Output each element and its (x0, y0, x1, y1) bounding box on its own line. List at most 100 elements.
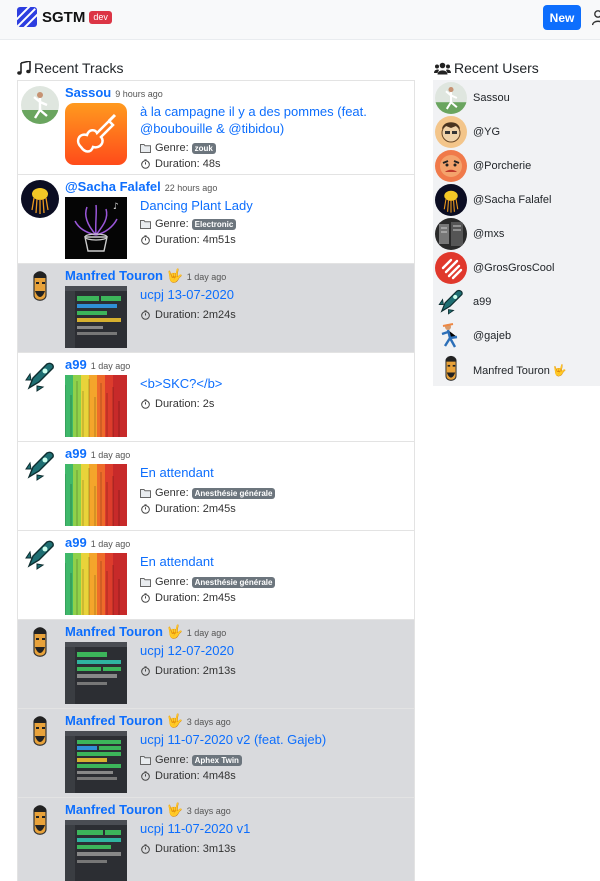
track-card: a99 1 day ago <b>SKC?</b> Duration: 2s (17, 353, 415, 442)
track-cover[interactable] (65, 642, 127, 704)
track-title-link[interactable]: ucpj 13-07-2020 (140, 286, 410, 303)
duration-value: 4m51s (202, 234, 236, 246)
avatar (435, 218, 467, 250)
duration-label: Duration: (155, 503, 200, 515)
track-user-link[interactable]: @Sacha Falafel 22 hours ago (65, 179, 217, 194)
brand-link[interactable]: SGTM dev (17, 7, 112, 27)
avatar (435, 116, 467, 148)
duration-label: Duration: (155, 234, 200, 246)
user-item[interactable]: @YG (433, 115, 600, 149)
svg-text:♪: ♪ (113, 202, 119, 212)
track-duration: Duration: 4m51s (140, 234, 236, 246)
track-cover[interactable] (65, 731, 127, 793)
track-genre: Genre: zouk (140, 142, 216, 154)
avatar[interactable] (21, 180, 59, 218)
user-name: Sassou (473, 92, 510, 104)
user-item[interactable]: a99 (433, 285, 600, 319)
user-item[interactable]: Manfred Touron 🤟 (433, 353, 600, 387)
user-item[interactable]: @Sacha Falafel (433, 183, 600, 217)
duration-value: 3m13s (202, 843, 236, 855)
genre-badge[interactable]: Anesthésie générale (191, 576, 276, 588)
genre-badge[interactable]: Aphex Twin (191, 754, 242, 766)
track-cover[interactable] (65, 464, 127, 526)
track-time: 3 days ago (186, 806, 231, 816)
avatar[interactable] (21, 447, 59, 485)
track-card: Manfred Touron 🤟 3 days ago ucpj 11-07-20… (17, 709, 415, 798)
track-user-link[interactable]: Manfred Touron 🤟 3 days ago (65, 713, 231, 729)
recent-tracks-title: Recent Tracks (34, 60, 124, 76)
track-user-link[interactable]: Sassou 9 hours ago (65, 85, 163, 100)
track-cover[interactable] (65, 286, 127, 348)
user-item[interactable]: @GrosGrosCool (433, 251, 600, 285)
track-duration: Duration: 4m48s (140, 770, 236, 782)
genre-label: Genre: (155, 576, 189, 588)
avatar[interactable] (21, 269, 59, 307)
avatar[interactable] (21, 625, 59, 663)
new-button[interactable]: New (543, 5, 581, 30)
genre-label: Genre: (155, 754, 189, 766)
avatar (435, 320, 467, 352)
recent-users-heading: Recent Users (434, 60, 539, 76)
track-card: Manfred Touron 🤟 3 days ago ucpj 11-07-20… (17, 798, 415, 881)
avatar[interactable] (21, 536, 59, 574)
user-name: @YG (473, 126, 501, 138)
avatar (435, 252, 467, 284)
track-time: 1 day ago (186, 272, 227, 282)
track-cover[interactable]: ♪ (65, 197, 127, 259)
track-title-link[interactable]: <b>SKC?</b> (140, 375, 410, 392)
track-title-link[interactable]: ucpj 11-07-2020 v2 (feat. Gajeb) (140, 731, 410, 748)
track-user-link[interactable]: a99 1 day ago (65, 446, 130, 461)
track-title-link[interactable]: à la campagne il y a des pommes (feat. @… (140, 103, 410, 137)
avatar[interactable] (21, 803, 59, 841)
track-genre: Genre: Anesthésie générale (140, 576, 276, 588)
track-title-link[interactable]: Dancing Plant Lady (140, 197, 410, 214)
avatar[interactable] (21, 86, 59, 124)
genre-badge[interactable]: Electronic (191, 218, 237, 230)
track-duration: Duration: 3m13s (140, 843, 236, 855)
user-item[interactable]: @mxs (433, 217, 600, 251)
duration-value: 2m45s (202, 503, 236, 515)
track-card: a99 1 day ago En attendant Genre: Anesthé… (17, 531, 415, 620)
user-menu-icon[interactable] (592, 10, 600, 26)
avatar[interactable] (21, 714, 59, 752)
duration-value: 4m48s (202, 770, 236, 782)
track-cover[interactable] (65, 553, 127, 615)
track-title-link[interactable]: En attendant (140, 553, 410, 570)
track-title-link[interactable]: ucpj 11-07-2020 v1 (140, 820, 410, 837)
duration-label: Duration: (155, 592, 200, 604)
genre-badge[interactable]: zouk (191, 142, 216, 154)
track-genre: Genre: Electronic (140, 218, 237, 230)
track-user-link[interactable]: Manfred Touron 🤟 3 days ago (65, 802, 231, 818)
track-title-link[interactable]: En attendant (140, 464, 410, 481)
track-card: @Sacha Falafel 22 hours ago ♪ Dancing Pla… (17, 175, 415, 264)
track-duration: Duration: 48s (140, 158, 220, 170)
track-user-link[interactable]: Manfred Touron 🤟 1 day ago (65, 268, 226, 284)
duration-value: 2s (202, 398, 215, 410)
user-name: @mxs (473, 228, 505, 240)
user-item[interactable]: @gajeb (433, 319, 600, 353)
user-item[interactable]: Sassou (433, 81, 600, 115)
brand-name: SGTM (42, 8, 86, 26)
track-user-link[interactable]: a99 1 day ago (65, 535, 130, 550)
track-cover[interactable] (65, 820, 127, 881)
user-name: a99 (473, 296, 492, 308)
stopwatch-icon (141, 159, 150, 169)
genre-label: Genre: (155, 487, 189, 499)
folder-icon (140, 489, 151, 498)
users-icon (434, 62, 451, 74)
genre-badge[interactable]: Anesthésie générale (191, 487, 276, 499)
duration-label: Duration: (155, 665, 200, 677)
avatar[interactable] (21, 358, 59, 396)
track-cover[interactable] (65, 375, 127, 437)
env-badge: dev (89, 10, 112, 24)
avatar (435, 286, 467, 318)
user-item[interactable]: @Porcherie (433, 149, 600, 183)
track-user-link[interactable]: Manfred Touron 🤟 1 day ago (65, 624, 226, 640)
track-duration: Duration: 2m13s (140, 665, 236, 677)
track-time: 9 hours ago (115, 89, 163, 99)
track-cover[interactable] (65, 103, 127, 165)
track-user-link[interactable]: a99 1 day ago (65, 357, 130, 372)
track-title-link[interactable]: ucpj 12-07-2020 (140, 642, 410, 659)
genre-label: Genre: (155, 218, 189, 230)
duration-label: Duration: (155, 158, 200, 170)
